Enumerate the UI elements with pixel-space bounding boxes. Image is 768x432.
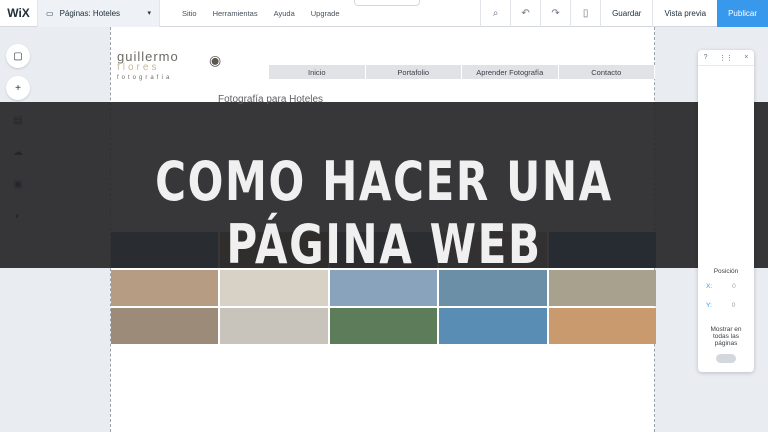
- top-menu: Sitio Herramientas Ayuda Upgrade: [174, 9, 348, 18]
- topbar-actions: ⌕ ↶ ↷ ▯ Guardar Vista previa Publicar: [480, 0, 768, 27]
- gallery-photo[interactable]: [439, 308, 547, 344]
- wix-logo: WiX: [0, 0, 38, 27]
- y-label: Y:: [706, 302, 712, 309]
- eye-logo-icon: ◉: [209, 52, 222, 68]
- zoom-icon[interactable]: ⌕: [480, 0, 510, 27]
- nav-item-contacto[interactable]: Contacto: [559, 65, 655, 79]
- undo-icon[interactable]: ↶: [510, 0, 540, 27]
- x-coordinate-field[interactable]: X: 0: [706, 283, 736, 290]
- site-logo[interactable]: guillermo flores fotografía: [117, 49, 179, 81]
- y-value[interactable]: 0: [732, 302, 736, 309]
- position-label: Posición: [713, 268, 739, 275]
- mobile-icon[interactable]: ▯: [570, 0, 600, 27]
- preview-button[interactable]: Vista previa: [652, 0, 717, 27]
- publish-button[interactable]: Publicar: [717, 0, 768, 27]
- help-icon[interactable]: ?: [704, 54, 708, 61]
- show-all-pages-toggle[interactable]: [716, 354, 736, 363]
- nav-item-portafolio[interactable]: Portafolio: [366, 65, 462, 79]
- y-coordinate-field[interactable]: Y: 0: [706, 302, 735, 309]
- properties-panel: ? ⋮⋮ × Posición X: 0 Y: 0 Mostrar en todas…: [698, 50, 754, 372]
- close-icon[interactable]: ×: [744, 54, 748, 61]
- gallery-photo[interactable]: [111, 308, 219, 344]
- show-all-pages-label: Mostrar en todas las páginas: [710, 326, 742, 347]
- page-selector[interactable]: ▭ Páginas: Hoteles ▾: [38, 0, 160, 27]
- overlay-headline: COMO HACER UNA PÁGINA WEB: [155, 150, 613, 276]
- panel-header: ? ⋮⋮ ×: [698, 50, 754, 66]
- menu-item-upgrade[interactable]: Upgrade: [303, 9, 348, 18]
- nav-item-inicio[interactable]: Inicio: [269, 65, 366, 79]
- redo-icon[interactable]: ↷: [540, 0, 570, 27]
- chevron-down-icon: ▾: [147, 10, 151, 17]
- drag-handle-icon[interactable]: ⋮⋮: [719, 54, 733, 62]
- gallery-photo[interactable]: [220, 308, 328, 344]
- gallery-photo[interactable]: [548, 308, 656, 344]
- save-button[interactable]: Guardar: [600, 0, 652, 27]
- page-selector-label: Páginas: Hoteles: [59, 8, 121, 18]
- menu-item-ayuda[interactable]: Ayuda: [266, 9, 303, 18]
- pages-icon: ▭: [46, 8, 54, 18]
- nav-item-aprender[interactable]: Aprender Fotografía: [462, 65, 559, 79]
- topbar-collapse-tab[interactable]: [354, 0, 420, 6]
- background-icon[interactable]: ▢: [6, 44, 30, 68]
- gallery-photo[interactable]: [329, 308, 438, 344]
- site-logo-line3: fotografía: [117, 75, 173, 81]
- menu-item-herramientas[interactable]: Herramientas: [205, 9, 266, 18]
- page-heading: Fotografía para Hoteles: [218, 94, 324, 105]
- add-icon[interactable]: +: [6, 76, 30, 100]
- site-nav: Inicio Portafolio Aprender Fotografía Co…: [269, 65, 655, 79]
- x-label: X:: [706, 283, 713, 290]
- menu-item-sitio[interactable]: Sitio: [174, 9, 205, 18]
- x-value[interactable]: 0: [732, 283, 736, 290]
